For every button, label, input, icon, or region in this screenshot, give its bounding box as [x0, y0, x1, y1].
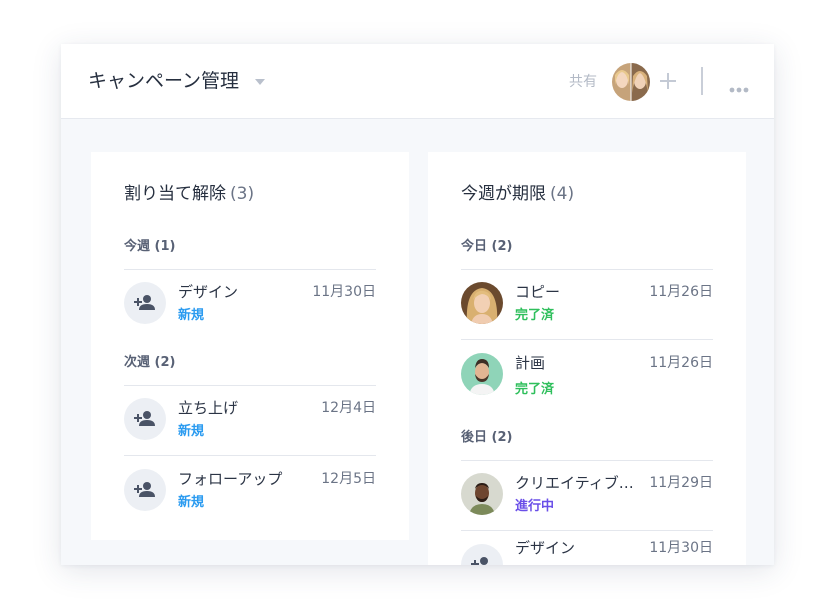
shared-users-avatar[interactable]	[612, 63, 650, 101]
assignee-avatar[interactable]	[461, 353, 503, 395]
task-status: 進行中	[515, 499, 555, 514]
task-status: 完了済	[515, 308, 555, 323]
plus-icon[interactable]	[659, 72, 677, 90]
header-divider	[701, 67, 703, 95]
task-name: デザイン	[178, 283, 239, 301]
more-icon[interactable]	[729, 78, 749, 93]
header-bar: キャンペーン管理 共有	[61, 44, 774, 119]
column-count: (3)	[230, 184, 255, 204]
page-title: キャンペーン管理	[88, 70, 240, 92]
column-title: 今週が期限 (4)	[461, 182, 574, 206]
column-title-text: 今週が期限	[461, 184, 546, 204]
group-label: 次週 (2)	[124, 355, 176, 370]
task-due-date: 11月30日	[649, 540, 713, 556]
row-divider	[461, 339, 713, 340]
task-row[interactable]: デザイン 11月30日	[461, 532, 713, 565]
task-row[interactable]: 計画 11月26日 完了済	[461, 341, 713, 411]
column-title-text: 割り当て解除	[124, 184, 226, 204]
task-row[interactable]: コピー 11月26日 完了済	[461, 270, 713, 340]
task-name: デザイン	[515, 539, 576, 557]
task-status: 新規	[178, 495, 205, 510]
task-row[interactable]: デザイン 11月30日 新規	[124, 270, 376, 340]
row-divider	[461, 530, 713, 531]
task-due-date: 11月26日	[649, 355, 713, 371]
task-status: 新規	[178, 308, 205, 323]
row-divider	[124, 455, 376, 456]
column-count: (4)	[550, 184, 575, 204]
group-label: 後日 (2)	[461, 430, 513, 445]
assignee-avatar[interactable]	[461, 473, 503, 515]
assign-user-icon[interactable]	[124, 282, 166, 324]
task-name: クリエイティブ…	[515, 474, 634, 492]
task-name: 計画	[515, 354, 546, 372]
task-due-date: 11月30日	[312, 284, 376, 300]
assign-user-icon[interactable]	[461, 544, 503, 565]
task-row[interactable]: フォローアップ 12月5日 新規	[124, 457, 376, 527]
task-name: コピー	[515, 283, 561, 301]
assignee-avatar[interactable]	[461, 282, 503, 324]
task-due-date: 12月5日	[321, 471, 376, 487]
project-window: キャンペーン管理 共有 割り当て解除 (3) 今週 (1) デザイン 11月30…	[61, 44, 774, 565]
assign-user-icon[interactable]	[124, 398, 166, 440]
task-status: 完了済	[515, 382, 555, 397]
task-status: 新規	[178, 424, 205, 439]
group-label: 今週 (1)	[124, 239, 176, 254]
group-label: 今日 (2)	[461, 239, 513, 254]
task-due-date: 11月26日	[649, 284, 713, 300]
task-due-date: 11月29日	[649, 475, 713, 491]
task-row[interactable]: クリエイティブ… 11月29日 進行中	[461, 461, 713, 531]
task-name: フォローアップ	[178, 470, 283, 488]
task-due-date: 12月4日	[321, 400, 376, 416]
share-label[interactable]: 共有	[569, 72, 597, 92]
column-title: 割り当て解除 (3)	[124, 182, 254, 206]
column-due-this-week: 今週が期限 (4) 今日 (2) コピー 11月26日 完了済 計画 11月26…	[428, 152, 746, 565]
task-row[interactable]: 立ち上げ 12月4日 新規	[124, 386, 376, 456]
assign-user-icon[interactable]	[124, 469, 166, 511]
chevron-down-icon[interactable]	[255, 79, 265, 85]
task-name: 立ち上げ	[178, 399, 239, 417]
column-unassigned: 割り当て解除(3) 今週 (1) デザイン 11月30日 新規 次週 (2)	[91, 152, 409, 540]
